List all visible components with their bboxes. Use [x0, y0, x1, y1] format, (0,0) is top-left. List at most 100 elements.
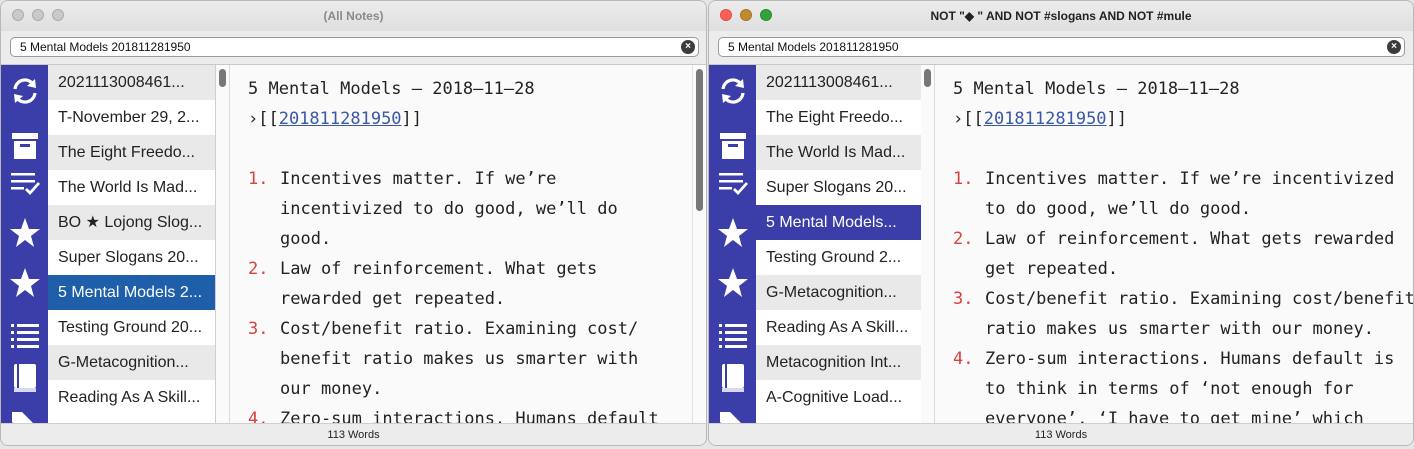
list-item-text: everyone’, ‘I have to get mine’ which: [985, 409, 1364, 423]
list-item-text: to do good, we’ll do good.: [985, 199, 1252, 219]
note-list-scrollbar[interactable]: [921, 65, 935, 423]
note-list-item[interactable]: Testing Ground 20...: [48, 310, 215, 345]
link-suffix: ]]: [1106, 109, 1128, 129]
note-list-item[interactable]: Super Slogans 20...: [48, 240, 215, 275]
word-count: 113 Words: [709, 423, 1413, 445]
main-content: 2021113008461... T-November 29, 2... The E…: [1, 64, 706, 423]
sync-icon[interactable]: [1, 73, 48, 109]
note-list[interactable]: 2021113008461... T-November 29, 2... The E…: [48, 65, 216, 423]
list-item-text: ratio makes us smarter with our money.: [985, 319, 1374, 339]
note-list-item[interactable]: The World Is Mad...: [48, 170, 215, 205]
star-icon[interactable]: [1, 215, 48, 251]
wiki-link[interactable]: 201811281950: [984, 109, 1107, 129]
list-item-number: 1.: [248, 169, 269, 189]
note-list-item[interactable]: BO ★ Lojong Slog...: [48, 205, 215, 240]
search-input[interactable]: 5 Mental Models 201811281950: [728, 40, 899, 54]
list-item-text: Cost/benefit ratio. Examining cost/benef…: [985, 289, 1414, 309]
checklist-icon[interactable]: [1, 165, 48, 201]
zoom-window-button[interactable]: [760, 9, 772, 21]
list-item-text: to think in terms of ‘not enough for: [985, 379, 1354, 399]
clear-search-button[interactable]: ×: [681, 40, 695, 54]
search-input[interactable]: 5 Mental Models 201811281950: [20, 40, 191, 54]
note-list-item[interactable]: Reading As A Skill...: [756, 310, 923, 345]
list-item-text: our money.: [280, 379, 383, 399]
note-editor[interactable]: 5 Mental Models – 2018–11–28 ›[[201811281…: [230, 65, 692, 423]
note-list-item[interactable]: T-November 29, 2...: [48, 100, 215, 135]
note-list[interactable]: 2021113008461... The Eight Freedo... The W…: [756, 65, 924, 423]
note-list-scrollbar[interactable]: [216, 65, 230, 423]
list-item-number: 2.: [248, 259, 269, 279]
list-icon[interactable]: [709, 317, 756, 353]
note-heading: 5 Mental Models – 2018–11–28: [248, 79, 535, 99]
scroll-thumb[interactable]: [219, 69, 226, 87]
search-field[interactable]: 5 Mental Models 201811281950 ×: [10, 37, 699, 57]
link-prefix: ›[[: [248, 109, 279, 129]
close-window-button[interactable]: [12, 9, 24, 21]
tag-icon[interactable]: [1, 405, 48, 423]
zoom-window-button[interactable]: [52, 9, 64, 21]
list-item-text: Incentives matter. If we’re incentivized: [985, 169, 1395, 189]
title-bar[interactable]: NOT "◆ " AND NOT #slogans AND NOT #mule: [709, 1, 1413, 31]
star-icon[interactable]: [709, 215, 756, 251]
editor-scrollbar[interactable]: [692, 65, 706, 423]
note-list-item[interactable]: Reading As A Skill...: [48, 380, 215, 415]
list-item-text: Zero-sum interactions. Humans default is: [985, 349, 1395, 369]
window-title: NOT "◆ " AND NOT #slogans AND NOT #mule: [930, 9, 1192, 23]
list-item-number: 1.: [953, 169, 974, 189]
scroll-thumb[interactable]: [696, 69, 703, 211]
list-item-number: 2.: [953, 229, 974, 249]
list-item-text: rewarded get repeated.: [280, 289, 506, 309]
list-item-text: Cost/benefit ratio. Examining cost/: [280, 319, 639, 339]
note-list-item[interactable]: Metacognition Int...: [756, 345, 923, 380]
note-list-item[interactable]: 5 Mental Models 2...: [48, 275, 215, 310]
note-list-item[interactable]: Super Slogans 20...: [756, 170, 923, 205]
note-list-item[interactable]: 2021113008461...: [756, 65, 923, 100]
note-list-item[interactable]: 2021113008461...: [48, 65, 215, 100]
list-item-text: Law of reinforcement. What gets rewarded: [985, 229, 1395, 249]
list-item-text: Law of reinforcement. What gets: [280, 259, 598, 279]
list-item-number: 3.: [953, 289, 974, 309]
link-prefix: ›[[: [953, 109, 984, 129]
note-editor[interactable]: 5 Mental Models – 2018–11–28 ›[[201811281…: [935, 65, 1414, 423]
list-item-text: good.: [280, 229, 332, 249]
note-list-item[interactable]: The Eight Freedo...: [48, 135, 215, 170]
main-content: 2021113008461... The Eight Freedo... The W…: [709, 64, 1413, 423]
note-list-item[interactable]: G-Metacognition...: [48, 345, 215, 380]
star-icon[interactable]: [709, 265, 756, 301]
title-bar[interactable]: (All Notes): [1, 1, 706, 31]
note-heading: 5 Mental Models – 2018–11–28: [953, 79, 1240, 99]
note-list-item[interactable]: The Eight Freedo...: [756, 100, 923, 135]
window-controls: [12, 9, 64, 21]
book-icon[interactable]: [709, 360, 756, 396]
search-field[interactable]: 5 Mental Models 201811281950 ×: [718, 37, 1405, 57]
minimize-window-button[interactable]: [32, 9, 44, 21]
tag-icon[interactable]: [709, 405, 756, 423]
checklist-icon[interactable]: [709, 165, 756, 201]
note-list-item[interactable]: The World Is Mad...: [756, 135, 923, 170]
close-window-button[interactable]: [720, 9, 732, 21]
clear-search-button[interactable]: ×: [1387, 40, 1401, 54]
note-link-line: ›[[201811281950]]: [248, 109, 422, 129]
minimize-window-button[interactable]: [740, 9, 752, 21]
sidebar-iconbar: [1, 65, 48, 423]
list-item-text: Incentives matter. If we’re: [280, 169, 557, 189]
list-item-text: benefit ratio makes us smarter with: [280, 349, 639, 369]
sync-icon[interactable]: [709, 73, 756, 109]
note-list-item[interactable]: Testing Ground 2...: [756, 240, 923, 275]
archive-box-icon[interactable]: [1, 128, 48, 164]
link-suffix: ]]: [401, 109, 423, 129]
notes-window-left: (All Notes) 5 Mental Models 201811281950…: [0, 0, 707, 446]
note-list-item[interactable]: G-Metacognition...: [756, 275, 923, 310]
list-item-text: Zero-sum interactions. Humans default: [280, 409, 659, 423]
wiki-link[interactable]: 201811281950: [279, 109, 402, 129]
scroll-thumb[interactable]: [924, 69, 931, 87]
list-icon[interactable]: [1, 317, 48, 353]
star-icon[interactable]: [1, 265, 48, 301]
notes-window-right: NOT "◆ " AND NOT #slogans AND NOT #mule …: [708, 0, 1414, 446]
list-item-text: get repeated.: [985, 259, 1119, 279]
window-controls: [720, 9, 772, 21]
note-list-item[interactable]: 5 Mental Models...: [756, 205, 923, 240]
book-icon[interactable]: [1, 360, 48, 396]
note-list-item[interactable]: A-Cognitive Load...: [756, 380, 923, 415]
archive-box-icon[interactable]: [709, 128, 756, 164]
